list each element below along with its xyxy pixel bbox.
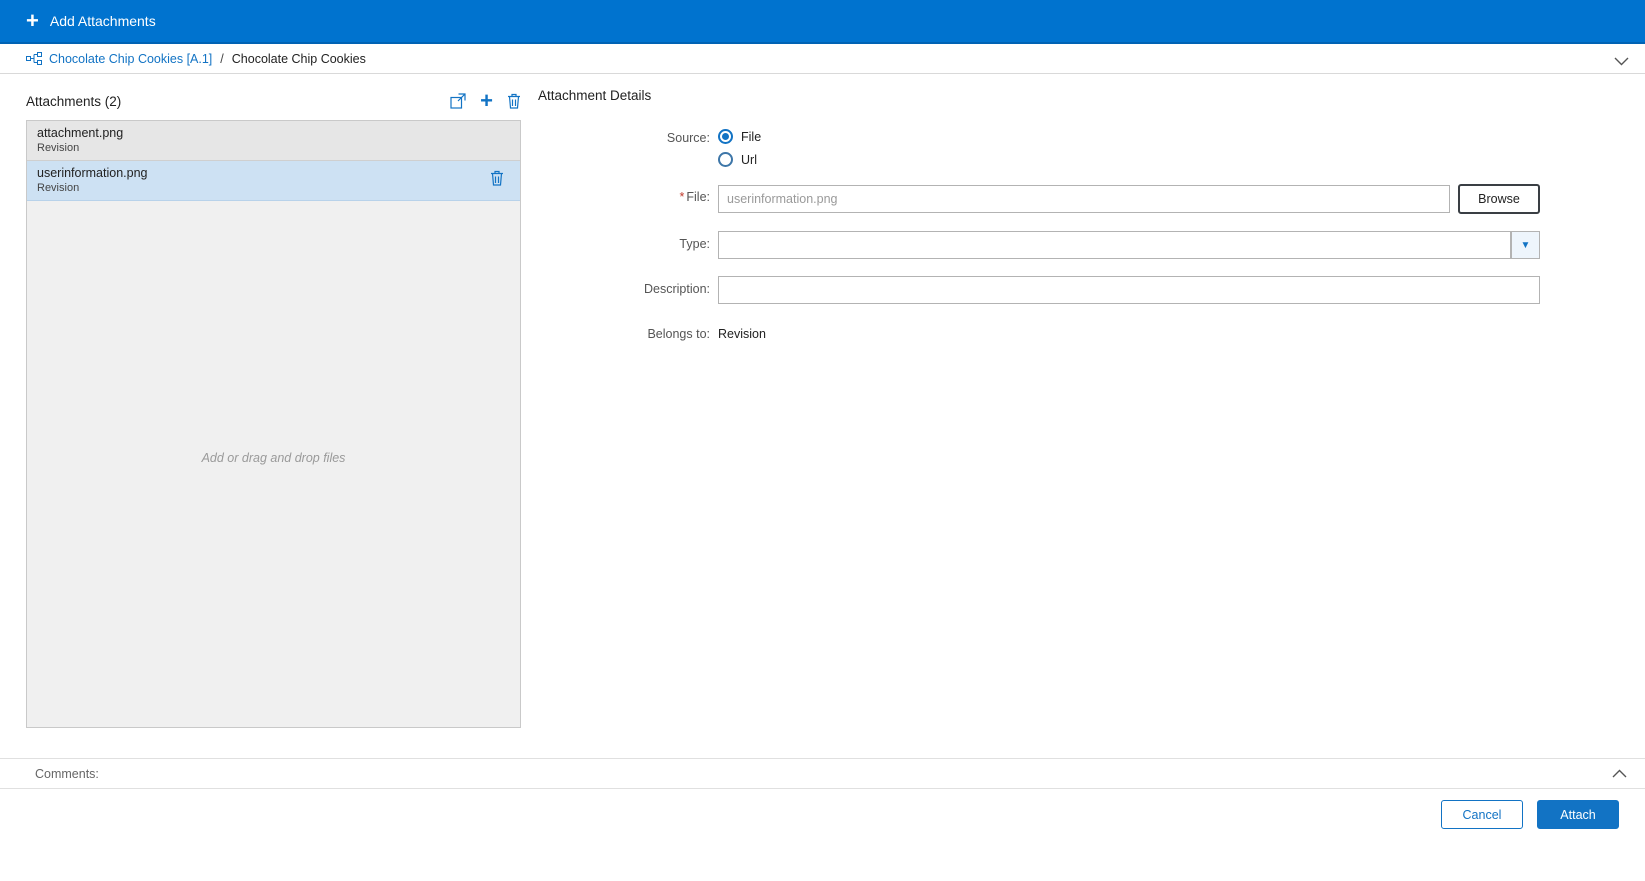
footer-actions: Cancel Attach xyxy=(1441,800,1619,829)
type-field-row: ▼ xyxy=(718,231,1540,259)
attachments-toolbar: + xyxy=(450,90,521,112)
type-input[interactable] xyxy=(718,231,1511,259)
chevron-up-icon[interactable] xyxy=(1612,769,1627,778)
delete-row-icon[interactable] xyxy=(490,170,504,191)
list-item[interactable]: attachment.png Revision xyxy=(27,121,520,161)
comments-section: Comments: xyxy=(0,758,1645,789)
required-mark: * xyxy=(679,190,685,204)
attach-button[interactable]: Attach xyxy=(1537,800,1619,829)
source-option-url-label: Url xyxy=(741,152,757,167)
chevron-down-icon[interactable] xyxy=(1614,55,1629,69)
dialog-title: Add Attachments xyxy=(49,13,156,29)
attachment-belongs: Revision xyxy=(37,142,80,154)
belongs-to-value: Revision xyxy=(718,327,766,341)
delete-attachment-icon[interactable] xyxy=(507,93,521,109)
breadcrumb: Chocolate Chip Cookies [A.1] / Chocolate… xyxy=(0,44,1645,74)
type-label: Type: xyxy=(679,237,710,251)
browse-button[interactable]: Browse xyxy=(1458,184,1540,214)
open-in-new-window-icon[interactable] xyxy=(450,93,466,109)
attachments-panel-title: Attachments (2) xyxy=(26,93,122,109)
type-dropdown-caret-icon[interactable]: ▼ xyxy=(1511,231,1540,259)
attachment-name: userinformation.png xyxy=(37,166,148,180)
radio-selected-icon[interactable] xyxy=(718,129,733,144)
description-field-row xyxy=(718,276,1540,304)
attachments-list: attachment.png Revision userinformation.… xyxy=(26,120,521,728)
file-input[interactable] xyxy=(718,185,1450,213)
file-label: * File: xyxy=(679,190,711,204)
source-option-file-label: File xyxy=(741,129,762,144)
attachment-details-panel: Attachment Details Source: File Url * Fil… xyxy=(538,88,1540,728)
description-input[interactable] xyxy=(718,276,1540,304)
radio-unselected-icon[interactable] xyxy=(718,152,733,167)
structure-icon xyxy=(26,52,42,65)
attachment-name: attachment.png xyxy=(37,126,124,140)
breadcrumb-link[interactable]: Chocolate Chip Cookies [A.1] xyxy=(49,52,212,66)
list-item[interactable]: userinformation.png Revision xyxy=(27,161,520,201)
attachments-panel: Attachments (2) + attachment.png Revisio… xyxy=(26,88,521,728)
comments-label: Comments: xyxy=(35,766,99,781)
breadcrumb-separator: / xyxy=(220,51,224,66)
description-label: Description: xyxy=(644,282,710,296)
attachment-belongs: Revision xyxy=(37,182,80,194)
cancel-button[interactable]: Cancel xyxy=(1441,800,1523,829)
dropzone-hint: Add or drag and drop files xyxy=(201,451,346,465)
source-option-file[interactable]: File xyxy=(718,129,1540,144)
attachments-panel-header: Attachments (2) + xyxy=(26,88,521,114)
details-form: Source: File Url *File: Browse Ty xyxy=(538,127,1540,341)
source-radio-group: File Url xyxy=(718,127,1540,167)
list-item-texts: attachment.png Revision xyxy=(37,126,123,154)
source-label: Source: xyxy=(666,131,710,145)
add-attachments-icon: + xyxy=(26,8,39,33)
belongs-to-label: Belongs to: xyxy=(647,327,710,341)
comments-row: Comments: xyxy=(0,759,1645,789)
add-file-icon[interactable]: + xyxy=(480,90,493,112)
breadcrumb-current: Chocolate Chip Cookies xyxy=(231,51,366,66)
details-title: Attachment Details xyxy=(538,88,652,103)
list-item-texts: userinformation.png Revision xyxy=(37,166,147,194)
dialog-header: + Add Attachments xyxy=(0,0,1645,44)
source-option-url[interactable]: Url xyxy=(718,152,1540,167)
main-area: Attachments (2) + attachment.png Revisio… xyxy=(0,74,1645,728)
file-field-row: Browse xyxy=(718,184,1540,214)
